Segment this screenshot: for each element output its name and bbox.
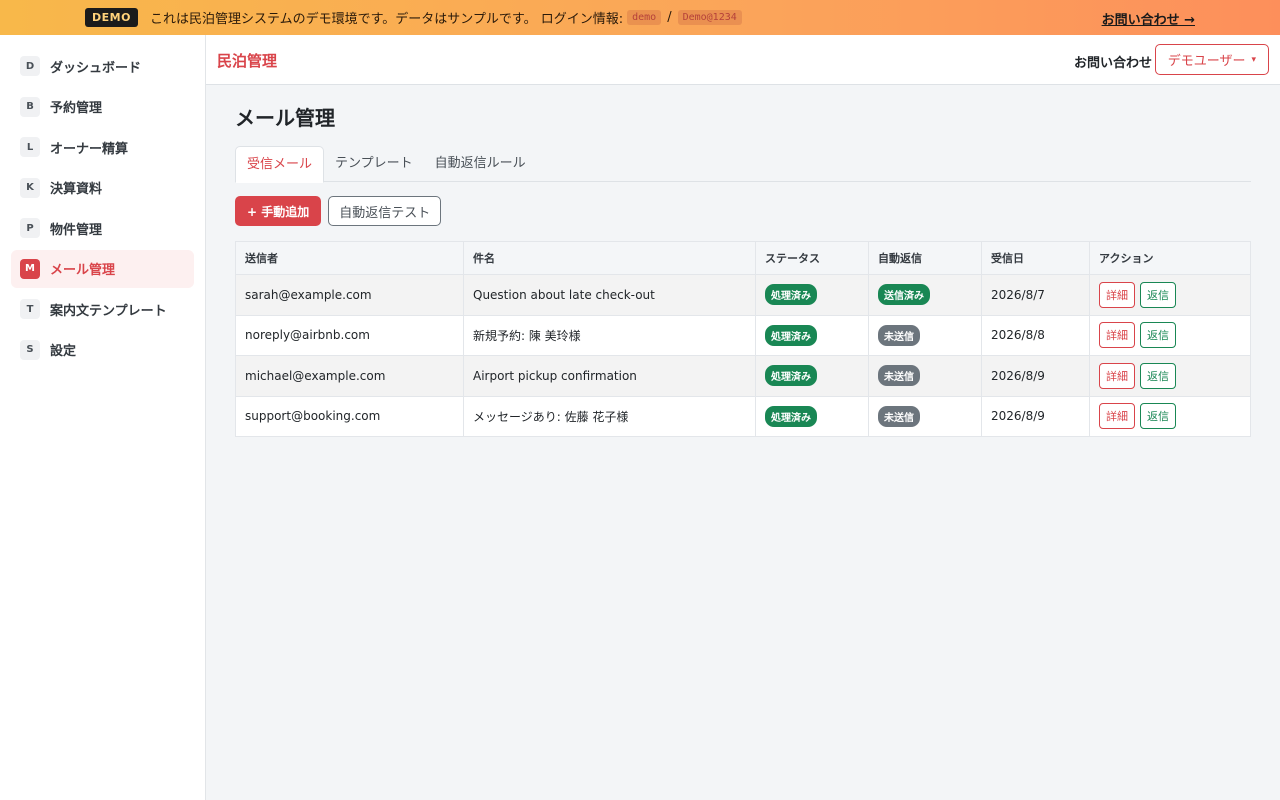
banner-contact-link[interactable]: お問い合わせ → xyxy=(1102,9,1195,28)
settings-icon: S xyxy=(20,339,40,360)
column-header-auto-reply[interactable]: 自動返信 xyxy=(868,241,982,275)
reservations-icon: B xyxy=(20,96,40,117)
auto-reply-badge: 未送信 xyxy=(878,324,920,346)
auto-reply-badge: 未送信 xyxy=(878,365,920,387)
sidebar-item-properties[interactable]: P 物件管理 xyxy=(11,209,194,247)
owner-settlement-icon: L xyxy=(20,137,40,157)
status-cell: 処理済み xyxy=(755,314,869,356)
tab-bar: 受信メール テンプレート 自動返信ルール xyxy=(235,146,1251,183)
properties-icon: P xyxy=(20,218,40,238)
sidebar-item-guide-templates[interactable]: T 案内文テンプレート xyxy=(11,290,194,328)
caret-down-icon: ▾ xyxy=(1251,54,1256,65)
table-row[interactable]: support@booking.com メッセージあり: 佐藤 花子様 処理済み… xyxy=(235,395,1251,437)
reply-button[interactable]: 返信 xyxy=(1140,403,1176,430)
sidebar-item-financial-documents[interactable]: K 決算資料 xyxy=(11,169,194,207)
actions-cell: 詳細 返信 xyxy=(1089,395,1251,437)
date-cell: 2026/8/9 xyxy=(981,355,1090,397)
status-badge: 処理済み xyxy=(765,365,817,387)
auto-reply-cell: 未送信 xyxy=(868,314,982,356)
page-title: メール管理 xyxy=(235,106,335,130)
demo-username-code: demo xyxy=(627,10,662,25)
top-header: 民泊管理 お問い合わせ デモユーザー ▾ xyxy=(206,35,1280,85)
sender-cell: michael@example.com xyxy=(235,355,464,397)
main-content: メール管理 受信メール テンプレート 自動返信ルール + 手動追加 自動返信テス… xyxy=(235,85,1251,437)
column-header-status[interactable]: ステータス xyxy=(755,241,869,275)
auto-reply-badge: 未送信 xyxy=(878,405,920,427)
tab-inbox[interactable]: 受信メール xyxy=(235,146,325,183)
sidebar-item-label: 物件管理 xyxy=(50,222,103,238)
sidebar-item-dashboard[interactable]: D ダッシュボード xyxy=(11,47,194,85)
manual-add-button[interactable]: + 手動追加 xyxy=(235,196,322,226)
column-header-actions: アクション xyxy=(1089,241,1251,275)
credential-separator: / xyxy=(667,10,672,25)
auto-reply-test-button[interactable]: 自動返信テスト xyxy=(328,196,442,226)
status-badge: 処理済み xyxy=(765,324,817,346)
demo-password-code: Demo@1234 xyxy=(677,10,742,25)
table-header-row: 送信者 件名 ステータス 自動返信 受信日 アクション xyxy=(235,241,1251,275)
detail-button[interactable]: 詳細 xyxy=(1099,403,1135,430)
subject-cell: 新規予約: 陳 美玲様 xyxy=(463,314,756,356)
tab-auto-reply-rules[interactable]: 自動返信ルール xyxy=(424,146,537,181)
table-row[interactable]: noreply@airbnb.com 新規予約: 陳 美玲様 処理済み 未送信 … xyxy=(235,314,1251,356)
action-bar: + 手動追加 自動返信テスト xyxy=(235,196,1251,226)
subject-cell: Question about late check-out xyxy=(463,274,756,316)
sender-cell: sarah@example.com xyxy=(235,274,464,316)
subject-cell: Airport pickup confirmation xyxy=(463,355,756,397)
table-row[interactable]: sarah@example.com Question about late ch… xyxy=(235,274,1251,316)
actions-cell: 詳細 返信 xyxy=(1089,314,1251,356)
actions-cell: 詳細 返信 xyxy=(1089,355,1251,397)
status-cell: 処理済み xyxy=(755,355,869,397)
app-brand[interactable]: 民泊管理 xyxy=(217,50,277,71)
demo-notice-text: これは民泊管理システムのデモ環境です。データはサンプルです。 ログイン情報: xyxy=(149,12,624,27)
header-contact-link[interactable]: お問い合わせ xyxy=(1074,52,1152,71)
guide-templates-icon: T xyxy=(20,299,40,319)
user-menu-label: デモユーザー xyxy=(1167,54,1246,69)
sender-cell: support@booking.com xyxy=(235,395,464,437)
sidebar-item-label: オーナー精算 xyxy=(50,141,129,157)
detail-button[interactable]: 詳細 xyxy=(1099,322,1135,349)
reply-button[interactable]: 返信 xyxy=(1140,281,1176,308)
sidebar-item-label: 設定 xyxy=(50,344,77,359)
financial-documents-icon: K xyxy=(20,177,40,198)
status-cell: 処理済み xyxy=(755,395,869,437)
mail-icon: M xyxy=(20,258,40,279)
mail-table: 送信者 件名 ステータス 自動返信 受信日 アクション sarah@exampl… xyxy=(235,241,1251,437)
reply-button[interactable]: 返信 xyxy=(1140,362,1176,389)
auto-reply-cell: 未送信 xyxy=(868,355,982,397)
detail-button[interactable]: 詳細 xyxy=(1099,281,1135,308)
demo-banner: DEMO これは民泊管理システムのデモ環境です。データはサンプルです。 ログイン… xyxy=(0,0,1280,35)
status-badge: 処理済み xyxy=(765,284,817,306)
sidebar-item-label: メール管理 xyxy=(50,263,116,278)
sidebar-item-label: 案内文テンプレート xyxy=(50,303,167,319)
status-cell: 処理済み xyxy=(755,274,869,316)
status-badge: 処理済み xyxy=(765,405,817,427)
sidebar-item-settings[interactable]: S 設定 xyxy=(11,331,194,369)
sidebar-item-label: 決算資料 xyxy=(50,182,103,197)
table-row[interactable]: michael@example.com Airport pickup confi… xyxy=(235,355,1251,397)
auto-reply-badge: 送信済み xyxy=(878,284,930,306)
actions-cell: 詳細 返信 xyxy=(1089,274,1251,316)
sidebar-item-label: 予約管理 xyxy=(50,101,103,116)
sidebar-item-owner-settlement[interactable]: L オーナー精算 xyxy=(11,128,194,166)
date-cell: 2026/8/9 xyxy=(981,395,1090,437)
date-cell: 2026/8/8 xyxy=(981,314,1090,356)
sidebar-item-reservations[interactable]: B 予約管理 xyxy=(11,88,194,126)
reply-button[interactable]: 返信 xyxy=(1140,322,1176,349)
dashboard-icon: D xyxy=(20,56,40,76)
sidebar: D ダッシュボード B 予約管理 L オーナー精算 K 決算資料 P 物件管理 … xyxy=(0,35,206,800)
sidebar-item-mail[interactable]: M メール管理 xyxy=(11,249,194,288)
column-header-subject[interactable]: 件名 xyxy=(463,241,756,275)
detail-button[interactable]: 詳細 xyxy=(1099,362,1135,389)
user-menu-button[interactable]: デモユーザー ▾ xyxy=(1154,44,1269,75)
tab-templates[interactable]: テンプレート xyxy=(324,146,424,181)
date-cell: 2026/8/7 xyxy=(981,274,1090,316)
demo-badge: DEMO xyxy=(85,8,138,27)
sender-cell: noreply@airbnb.com xyxy=(235,314,464,356)
column-header-received-date[interactable]: 受信日 xyxy=(981,241,1090,275)
subject-cell: メッセージあり: 佐藤 花子様 xyxy=(463,395,756,437)
column-header-sender[interactable]: 送信者 xyxy=(235,241,464,275)
auto-reply-cell: 送信済み xyxy=(868,274,982,316)
auto-reply-cell: 未送信 xyxy=(868,395,982,437)
sidebar-item-label: ダッシュボード xyxy=(50,60,142,76)
